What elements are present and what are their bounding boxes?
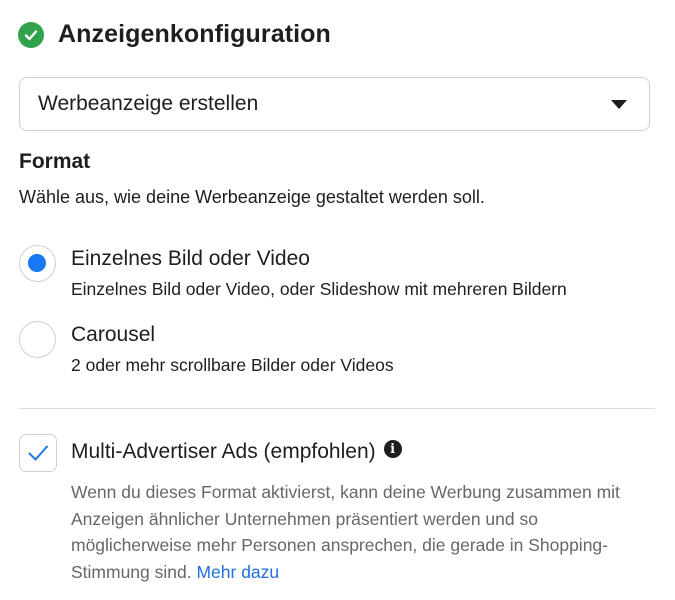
radio-button-selected[interactable]: [19, 245, 56, 282]
format-heading: Format: [19, 150, 91, 173]
multi-advertiser-checkbox[interactable]: [19, 434, 57, 472]
radio-button[interactable]: [19, 321, 56, 358]
info-icon[interactable]: i: [383, 440, 402, 458]
option-sublabel: 2 oder mehr scrollbare Bilder oder Video…: [71, 355, 394, 375]
description-text: Wenn du dieses Format aktivierst, kann d…: [71, 482, 620, 582]
caret-down-icon: [611, 100, 627, 109]
format-option-single-image-video[interactable]: Einzelnes Bild oder Video Einzelnes Bild…: [19, 245, 659, 305]
dropdown-value: Werbeanzeige erstellen: [38, 92, 259, 115]
ad-configuration-panel: Anzeigenkonfiguration Werbeanzeige erste…: [0, 0, 675, 600]
section-title: Anzeigenkonfiguration: [58, 20, 331, 48]
format-option-carousel[interactable]: Carousel 2 oder mehr scrollbare Bilder o…: [19, 321, 659, 381]
ad-creation-dropdown[interactable]: Werbeanzeige erstellen: [19, 77, 650, 131]
section-header: Anzeigenkonfiguration: [18, 20, 331, 49]
multi-advertiser-description: Wenn du dieses Format aktivierst, kann d…: [71, 479, 661, 585]
checkbox-label-text: Multi-Advertiser Ads (empfohlen): [71, 440, 376, 463]
checkmark-icon: [28, 445, 48, 461]
option-sublabel: Einzelnes Bild oder Video, oder Slidesho…: [71, 279, 567, 299]
format-description: Wähle aus, wie deine Werbeanzeige gestal…: [19, 187, 485, 207]
learn-more-link[interactable]: Mehr dazu: [196, 562, 279, 582]
divider: [19, 408, 655, 409]
option-label: Carousel: [71, 323, 156, 346]
multi-advertiser-label: Multi-Advertiser Ads (empfohlen) i: [71, 440, 402, 464]
check-circle-icon: [18, 21, 44, 48]
option-label: Einzelnes Bild oder Video: [71, 247, 310, 270]
